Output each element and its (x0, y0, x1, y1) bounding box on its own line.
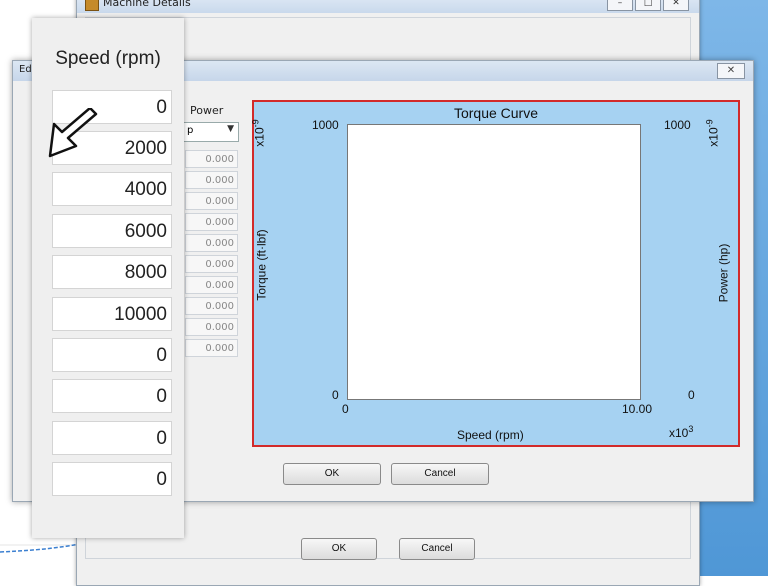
dropdown-arrow-icon: ▼ (227, 124, 234, 134)
y-right-multiplier-base: x10 (706, 127, 721, 147)
power-cell[interactable]: 0.000 (185, 255, 238, 273)
y-right-multiplier: x10-9 (704, 119, 721, 147)
power-cell[interactable]: 0.000 (185, 150, 238, 168)
y-left-tick-max: 1000 (312, 118, 339, 132)
y-left-multiplier-base: x10 (252, 127, 267, 147)
speed-cell[interactable]: 8000 (52, 255, 172, 289)
power-cell[interactable]: 0.000 (185, 234, 238, 252)
app-icon (85, 0, 99, 11)
mouse-pointer-icon (48, 108, 98, 158)
y-left-tick-min: 0 (332, 388, 339, 402)
speed-cell[interactable]: 6000 (52, 214, 172, 248)
speed-column-callout: Speed (rpm) 0 2000 4000 6000 8000 10000 … (32, 18, 184, 538)
machine-ok-button[interactable]: OK (301, 538, 377, 560)
y-left-label: Torque (ft·lbf) (254, 229, 269, 301)
speed-cell[interactable]: 4000 (52, 172, 172, 206)
power-cell[interactable]: 0.000 (185, 318, 238, 336)
speed-cell[interactable]: 0 (52, 421, 172, 455)
x-label: Speed (rpm) (457, 428, 524, 442)
machine-cancel-button[interactable]: Cancel (399, 538, 475, 560)
close-icon[interactable]: ✕ (717, 63, 745, 79)
machine-window-title: Machine Details (103, 0, 191, 9)
speed-cell[interactable]: 0 (52, 462, 172, 496)
maximize-button[interactable]: □ (635, 0, 661, 11)
x-multiplier-exp: 3 (688, 424, 694, 434)
power-unit-select[interactable]: p ▼ (183, 122, 239, 142)
edit-ok-button[interactable]: OK (283, 463, 381, 485)
power-cell[interactable]: 0.000 (185, 213, 238, 231)
machine-button-row: OK Cancel (301, 538, 601, 564)
y-right-multiplier-exp: -9 (704, 119, 715, 128)
edit-cancel-button[interactable]: Cancel (391, 463, 489, 485)
minimize-button[interactable]: – (607, 0, 633, 11)
power-cell[interactable]: 0.000 (185, 192, 238, 210)
torque-curve-chart: Torque Curve 1000 0 x10-9 Torque (ft·lbf… (250, 100, 740, 447)
y-left-multiplier: x10-9 (250, 119, 267, 147)
power-column: 0.000 0.000 0.000 0.000 0.000 0.000 0.00… (185, 150, 238, 360)
x-tick-max: 10.00 (622, 402, 653, 416)
y-right-label: Power (hp) (716, 243, 731, 303)
x-tick-min: 0 (342, 402, 349, 416)
power-cell[interactable]: 0.000 (185, 339, 238, 357)
speed-cell[interactable]: 0 (52, 379, 172, 413)
power-unit-value: p (187, 125, 194, 136)
power-cell[interactable]: 0.000 (185, 276, 238, 294)
speed-column-header: Speed (rpm) (55, 48, 161, 69)
speed-cell[interactable]: 10000 (52, 297, 172, 331)
x-multiplier: x103 (669, 424, 694, 440)
power-cell[interactable]: 0.000 (185, 297, 238, 315)
plot-area (347, 124, 641, 400)
power-column-header: Power (190, 104, 224, 117)
x-multiplier-base: x10 (669, 426, 689, 440)
close-button[interactable]: ✕ (663, 0, 689, 11)
machine-titlebar[interactable]: Machine Details – □ ✕ (77, 0, 699, 13)
speed-cell[interactable]: 0 (52, 338, 172, 372)
window-controls: – □ ✕ (607, 0, 689, 11)
y-right-tick-min: 0 (688, 388, 695, 402)
power-cell[interactable]: 0.000 (185, 171, 238, 189)
y-right-tick-max: 1000 (664, 118, 691, 132)
y-left-multiplier-exp: -9 (250, 119, 261, 128)
